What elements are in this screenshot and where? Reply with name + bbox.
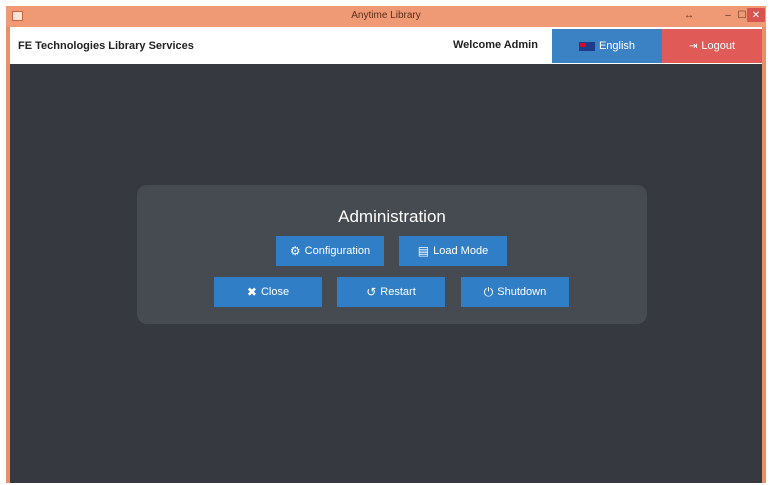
brand-title: FE Technologies Library Services (18, 40, 194, 52)
close-window-button[interactable]: ✕ (747, 8, 765, 22)
configuration-label: Configuration (304, 245, 371, 257)
panel-title: Administration (338, 207, 446, 226)
load-mode-label: Load Mode (433, 245, 489, 257)
configuration-button[interactable]: ⚙ Configuration (276, 236, 384, 266)
app-window: Anytime Library ↔ – ☐ ✕ FE Technologies … (6, 6, 766, 483)
main-content: Administration ⚙ Configuration ▤ Load Mo… (10, 64, 762, 483)
window-title: Anytime Library (351, 10, 421, 21)
power-icon: ⏻ (483, 284, 494, 299)
load-mode-button[interactable]: ▤ Load Mode (399, 236, 507, 266)
minimize-button[interactable]: – (722, 8, 734, 22)
logout-icon: ⇥ (688, 40, 698, 52)
close-icon: ✖ (246, 285, 257, 299)
restart-label: Restart (380, 286, 416, 298)
language-button[interactable]: English (552, 29, 662, 63)
gear-icon: ⚙ (289, 244, 301, 258)
title-bar[interactable]: Anytime Library ↔ – ☐ ✕ (6, 6, 766, 27)
close-button[interactable]: ✖ Close (214, 277, 322, 307)
restart-icon: ↺ (366, 285, 377, 299)
snap-button[interactable]: ↔ (682, 8, 696, 22)
restart-button[interactable]: ↺ Restart (337, 277, 445, 307)
welcome-text: Welcome Admin (453, 39, 538, 51)
shutdown-label: Shutdown (497, 286, 547, 298)
administration-panel: Administration ⚙ Configuration ▤ Load Mo… (137, 185, 647, 324)
logout-button[interactable]: ⇥ Logout (662, 29, 762, 63)
header-bar: FE Technologies Library Services Welcome… (10, 27, 762, 64)
shutdown-button[interactable]: ⏻ Shutdown (461, 277, 569, 307)
logout-label: Logout (701, 40, 736, 52)
book-icon: ▤ (417, 244, 430, 258)
language-label: English (598, 40, 636, 52)
flag-icon (578, 41, 595, 51)
close-label: Close (260, 286, 290, 298)
